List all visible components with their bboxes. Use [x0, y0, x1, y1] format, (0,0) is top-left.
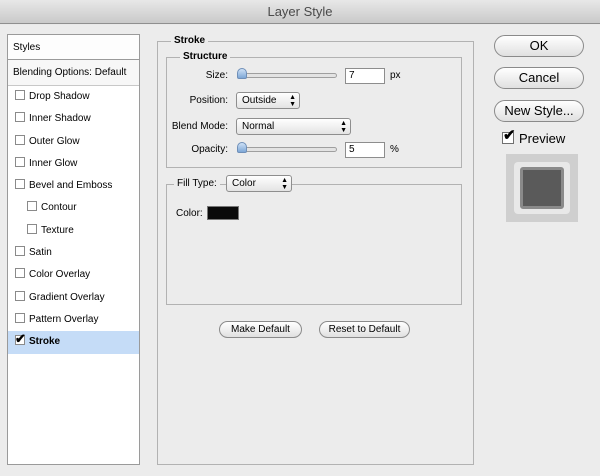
style-item-label: Drop Shadow — [29, 91, 90, 102]
style-item-bevel-and-emboss[interactable]: Bevel and Emboss — [8, 175, 139, 197]
style-item-outer-glow[interactable]: Outer Glow — [8, 131, 139, 153]
style-checkbox[interactable]: ✔ — [15, 331, 26, 347]
cancel-button[interactable]: Cancel — [494, 67, 584, 89]
style-item-texture[interactable]: Texture — [8, 220, 139, 242]
style-checkbox[interactable] — [15, 90, 25, 100]
style-item-label: Texture — [41, 224, 74, 236]
position-select-value: Outside — [242, 95, 277, 106]
opacity-unit: % — [390, 144, 399, 155]
fill-type-select-value: Color — [232, 178, 256, 189]
style-item-inner-glow[interactable]: Inner Glow — [8, 153, 139, 175]
check-icon: ✔ — [503, 127, 516, 144]
style-item-label: Gradient Overlay — [29, 291, 105, 303]
blend-mode-select-value: Normal — [242, 121, 275, 132]
reset-to-default-button[interactable]: Reset to Default — [319, 321, 410, 338]
style-checkbox[interactable] — [15, 156, 25, 167]
style-item-gradient-overlay[interactable]: Gradient Overlay — [8, 287, 139, 309]
blend-mode-select[interactable]: Normal ▲ ▼ — [236, 118, 351, 135]
make-default-button[interactable]: Make Default — [219, 321, 302, 338]
select-arrows-icon: ▲ ▼ — [281, 177, 288, 191]
style-item-label: Bevel and Emboss — [29, 180, 113, 192]
preview-label: Preview — [519, 131, 566, 146]
style-item-contour[interactable]: Contour — [8, 197, 139, 219]
style-items-list: Drop Shadow Inner Shadow Outer Glow Inner G… — [8, 86, 139, 354]
new-style-button[interactable]: New Style... — [494, 100, 584, 122]
select-arrows-icon: ▲ ▼ — [340, 120, 347, 134]
size-input[interactable]: 7 — [345, 68, 385, 84]
blending-options-item[interactable]: Blending Options: Default — [8, 60, 139, 86]
style-item-label: Stroke — [29, 336, 61, 348]
window-title: Layer Style — [267, 4, 333, 19]
position-select[interactable]: Outside ▲ ▼ — [236, 92, 300, 109]
style-checkbox[interactable] — [15, 246, 25, 257]
style-checkbox[interactable] — [27, 201, 37, 212]
style-item-label: Contour — [41, 202, 77, 214]
position-label: Position: — [189, 95, 228, 106]
style-item-label: Color Overlay — [29, 269, 91, 281]
select-arrows-icon: ▲ ▼ — [289, 94, 296, 108]
check-icon: ✔ — [15, 331, 26, 347]
preview-stroke-area — [514, 162, 570, 214]
style-checkbox[interactable] — [15, 290, 25, 301]
fill-type-group — [166, 184, 462, 305]
fill-type-select[interactable]: Color ▲ ▼ — [226, 175, 292, 192]
blending-options-label: Blending Options: Default — [13, 67, 127, 78]
size-label: Size: — [205, 70, 228, 81]
style-checkbox[interactable] — [15, 312, 25, 323]
style-item-label: Satin — [29, 247, 52, 259]
opacity-label: Opacity: — [191, 144, 228, 155]
opacity-input[interactable]: 5 — [345, 142, 385, 158]
preview-swatch — [520, 167, 564, 209]
style-checkbox[interactable] — [15, 134, 25, 145]
styles-list-panel: Styles Blending Options: Default Drop Sh… — [7, 34, 140, 465]
styles-header[interactable]: Styles — [8, 35, 139, 60]
style-checkbox[interactable] — [15, 268, 25, 279]
size-slider-thumb[interactable] — [237, 68, 247, 79]
stroke-section-title: Stroke — [171, 35, 209, 46]
style-item-pattern-overlay[interactable]: Pattern Overlay — [8, 309, 139, 331]
color-label: Color: — [176, 208, 203, 219]
style-item-color-overlay[interactable]: Color Overlay — [8, 264, 139, 286]
style-checkbox[interactable] — [15, 112, 25, 123]
style-checkbox[interactable] — [15, 179, 25, 190]
title-bar: Layer Style — [0, 0, 600, 24]
style-item-label: Pattern Overlay — [29, 313, 99, 325]
style-item-drop-shadow[interactable]: Drop Shadow — [8, 86, 139, 108]
stroke-color-swatch[interactable] — [207, 206, 239, 220]
style-item-satin[interactable]: Satin — [8, 242, 139, 264]
style-item-label: Inner Glow — [29, 157, 78, 169]
style-item-label: Inner Shadow — [29, 113, 91, 125]
ok-button[interactable]: OK — [494, 35, 584, 57]
opacity-slider-thumb[interactable] — [237, 142, 247, 153]
preview-checkbox[interactable]: ✔ — [502, 128, 516, 144]
fill-type-label: Fill Type: — [174, 178, 220, 189]
style-checkbox[interactable] — [27, 223, 37, 234]
style-item-label: Outer Glow — [29, 135, 80, 147]
styles-header-label: Styles — [13, 42, 41, 53]
blend-mode-label: Blend Mode: — [171, 121, 228, 132]
style-item-inner-shadow[interactable]: Inner Shadow — [8, 108, 139, 130]
style-item-stroke[interactable]: ✔ Stroke — [8, 331, 139, 354]
size-slider[interactable] — [239, 73, 337, 78]
opacity-slider[interactable] — [239, 147, 337, 152]
structure-section-title: Structure — [180, 51, 231, 62]
size-unit: px — [390, 70, 401, 81]
preview-thumbnail — [506, 154, 578, 222]
